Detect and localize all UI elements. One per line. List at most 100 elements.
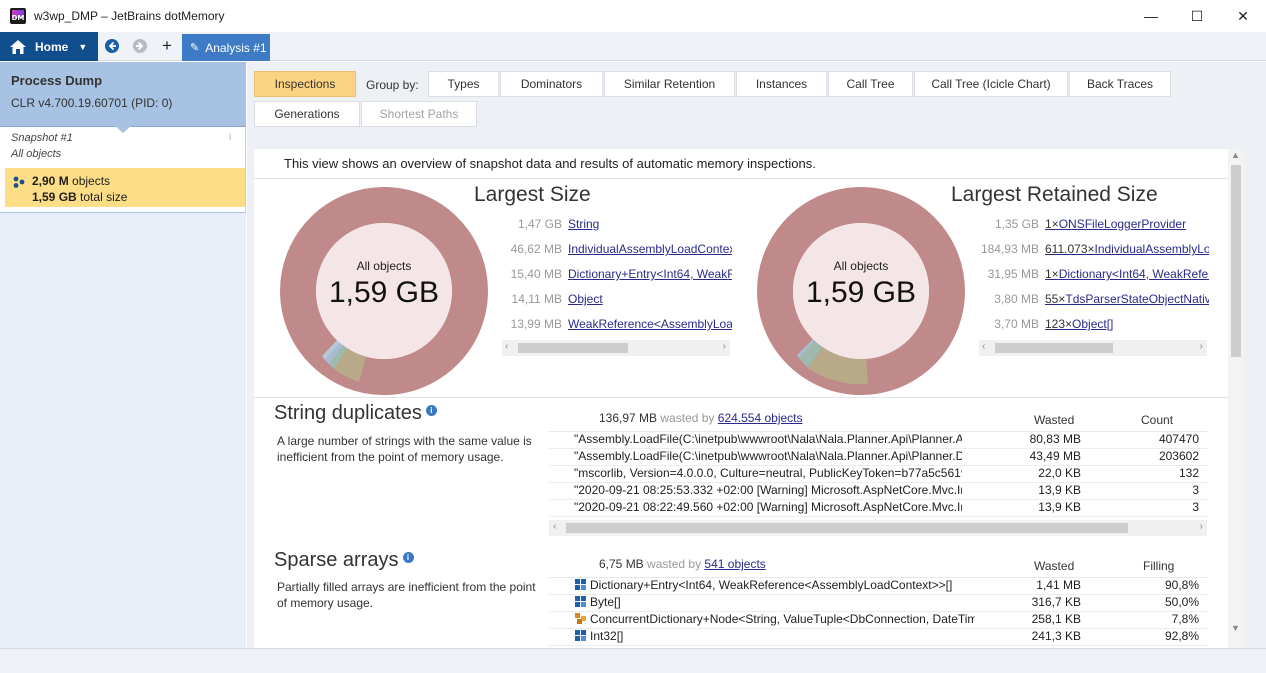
largest-size-hscrollbar[interactable]: ‹ › (502, 340, 730, 356)
tab-analysis-label: Analysis #1 (205, 40, 267, 55)
legend-type-name[interactable]: IndividualAssemblyLoadContext (1095, 242, 1210, 256)
scroll-right-icon[interactable]: › (1200, 341, 1203, 352)
table-row[interactable]: ConcurrentDictionary+Node<String, ValueT… (549, 612, 1207, 629)
process-dump-panel[interactable]: Process Dump CLR v4.700.19.60701 (PID: 0… (0, 62, 246, 127)
info-icon[interactable]: i (229, 132, 231, 143)
legend-row[interactable]: 3,80 MB 55×TdsParserStateObjectNative (979, 292, 1209, 308)
maximize-button[interactable]: ☐ (1174, 0, 1220, 32)
scroll-thumb[interactable] (1231, 165, 1241, 357)
largest-retained-hscrollbar[interactable]: ‹ › (979, 340, 1207, 356)
close-button[interactable]: ✕ (1220, 0, 1266, 32)
table-row[interactable]: "2020-09-21 08:22:49.560 +02:00 [Warning… (549, 500, 1207, 517)
legend-type-name[interactable]: Dictionary<Int64, WeakReference<Assembly… (1059, 267, 1209, 281)
info-icon[interactable]: i (425, 405, 437, 416)
largest-size-donut-chart[interactable]: All objects 1,59 GB (279, 186, 489, 396)
row-value: "mscorlib, Version=4.0.0.0, Culture=neut… (574, 466, 962, 480)
scroll-down-icon[interactable]: ▼ (1231, 623, 1240, 633)
legend-type-name[interactable]: TdsParserStateObjectNative (1065, 292, 1209, 306)
legend-row[interactable]: 31,95 MB 1×Dictionary<Int64, WeakReferenc… (979, 267, 1209, 283)
largest-retained-legend: 1,35 GB 1×ONSFileLoggerProvider 184,93 MB… (979, 217, 1209, 357)
legend-name-link[interactable]: 1×Dictionary<Int64, WeakReference<Assemb… (1045, 267, 1209, 281)
largest-retained-donut-chart[interactable]: All objects 1,59 GB (756, 186, 966, 396)
table-row[interactable]: "mscorlib, Version=4.0.0.0, Culture=neut… (549, 466, 1207, 483)
content-vscrollbar[interactable]: ▲ ▼ (1228, 149, 1244, 648)
scroll-thumb[interactable] (518, 343, 628, 353)
total-size: 1,59 GB (32, 190, 77, 204)
scroll-up-icon[interactable]: ▲ (1231, 150, 1240, 160)
legend-multiplier: 123× (1045, 317, 1073, 331)
scroll-right-icon[interactable]: › (1200, 521, 1203, 532)
view-shortest-paths-button[interactable]: Shortest Paths (361, 101, 477, 127)
table-row[interactable]: "Assembly.LoadFile(C:\inetpub\wwwroot\Na… (549, 432, 1207, 449)
sparse-arrays-objects-link[interactable]: 541 objects (704, 557, 765, 571)
string-duplicates-hscrollbar[interactable]: ‹ › (549, 520, 1207, 536)
col-header-filling[interactable]: Filling (1143, 559, 1174, 573)
add-tab-button[interactable]: + (159, 36, 175, 55)
scroll-thumb[interactable] (995, 343, 1113, 353)
view-types-button[interactable]: Types (428, 71, 499, 97)
legend-multiplier: 611.073× (1045, 242, 1095, 256)
back-button[interactable] (104, 38, 120, 54)
legend-row[interactable]: 13,99 MB WeakReference<AssemblyLoadContex… (502, 317, 732, 333)
col-header-wasted[interactable]: Wasted (1034, 413, 1074, 427)
row-count: 3 (1192, 483, 1199, 497)
legend-name-link[interactable]: String (568, 217, 732, 231)
maximize-icon: ☐ (1190, 7, 1204, 24)
row-value: Byte[] (590, 595, 621, 609)
legend-name-link[interactable]: 1×ONSFileLoggerProvider (1045, 217, 1209, 231)
legend-row[interactable]: 46,62 MB IndividualAssemblyLoadContext (502, 242, 732, 258)
legend-type-name[interactable]: ONSFileLoggerProvider (1059, 217, 1186, 231)
row-filling: 50,0% (1164, 595, 1199, 609)
col-header-count[interactable]: Count (1141, 413, 1173, 427)
scroll-thumb[interactable] (566, 523, 1128, 533)
legend-name-link[interactable]: IndividualAssemblyLoadContext (568, 242, 732, 256)
legend-type-name[interactable]: Object[] (1072, 317, 1113, 331)
home-button[interactable]: Home ▼ (0, 32, 98, 61)
legend-row[interactable]: 3,70 MB 123×Object[] (979, 317, 1209, 333)
table-row[interactable]: "2020-09-21 08:25:53.332 +02:00 [Warning… (549, 483, 1207, 500)
string-duplicates-table: "Assembly.LoadFile(C:\inetpub\wwwroot\Na… (549, 431, 1207, 536)
string-duplicates-objects-link[interactable]: 624.554 objects (718, 411, 803, 425)
chevron-down-icon[interactable]: ▼ (78, 42, 87, 52)
view-call-tree-button[interactable]: Call Tree (828, 71, 913, 97)
col-header-wasted[interactable]: Wasted (1034, 559, 1074, 573)
table-row[interactable]: Dictionary+Entry<Int64, WeakReference<As… (549, 578, 1207, 595)
table-row[interactable]: Int32[] 241,3 KB 92,8% (549, 629, 1207, 646)
table-row[interactable]: Byte[] 316,7 KB 50,0% (549, 595, 1207, 612)
legend-row[interactable]: 15,40 MB Dictionary+Entry<Int64, WeakRefe… (502, 267, 732, 283)
forward-arrow-icon (133, 39, 147, 53)
total-size-label: total size (80, 190, 128, 204)
legend-row[interactable]: 14,11 MB Object (502, 292, 732, 308)
view-similar-retention-button[interactable]: Similar Retention (604, 71, 735, 97)
forward-button[interactable] (132, 38, 148, 54)
legend-name-link[interactable]: 611.073×IndividualAssemblyLoadContext (1045, 242, 1209, 256)
legend-name-link[interactable]: Object (568, 292, 732, 306)
info-icon[interactable]: i (402, 552, 414, 563)
scroll-left-icon[interactable]: ‹ (982, 341, 985, 352)
table-row[interactable]: "Assembly.LoadFile(C:\inetpub\wwwroot\Na… (549, 449, 1207, 466)
legend-row[interactable]: 1,35 GB 1×ONSFileLoggerProvider (979, 217, 1209, 233)
view-dominators-button[interactable]: Dominators (500, 71, 603, 97)
objects-label: objects (72, 174, 111, 188)
scroll-right-icon[interactable]: › (723, 341, 726, 352)
legend-row[interactable]: 1,47 GB String (502, 217, 732, 233)
legend-name-link[interactable]: WeakReference<AssemblyLoadContext> (568, 317, 732, 331)
view-generations-button[interactable]: Generations (254, 101, 360, 127)
legend-name-link[interactable]: 55×TdsParserStateObjectNative (1045, 292, 1209, 306)
view-call-tree-icicle-button[interactable]: Call Tree (Icicle Chart) (914, 71, 1068, 97)
process-pointer (115, 126, 131, 133)
view-inspections-button[interactable]: Inspections (254, 71, 356, 97)
legend-name-link[interactable]: 123×Object[] (1045, 317, 1209, 331)
legend-name-link[interactable]: Dictionary+Entry<Int64, WeakReference<As… (568, 267, 732, 281)
scroll-left-icon[interactable]: ‹ (553, 521, 556, 532)
objects-count-line: 2,90 M objects (32, 174, 110, 188)
legend-row[interactable]: 184,93 MB 611.073×IndividualAssemblyLoadC… (979, 242, 1209, 258)
minimize-button[interactable]: — (1128, 0, 1174, 32)
largest-retained-title: Largest Retained Size (951, 183, 1158, 206)
scroll-left-icon[interactable]: ‹ (505, 341, 508, 352)
tab-analysis-1[interactable]: ✎ Analysis #1 (182, 34, 270, 61)
sparse-arrays-description: Partially filled arrays are inefficient … (277, 580, 536, 610)
snapshot-all-objects-item[interactable]: 2,90 M objects 1,59 GB total size (5, 168, 245, 207)
view-back-traces-button[interactable]: Back Traces (1069, 71, 1171, 97)
view-instances-button[interactable]: Instances (736, 71, 827, 97)
